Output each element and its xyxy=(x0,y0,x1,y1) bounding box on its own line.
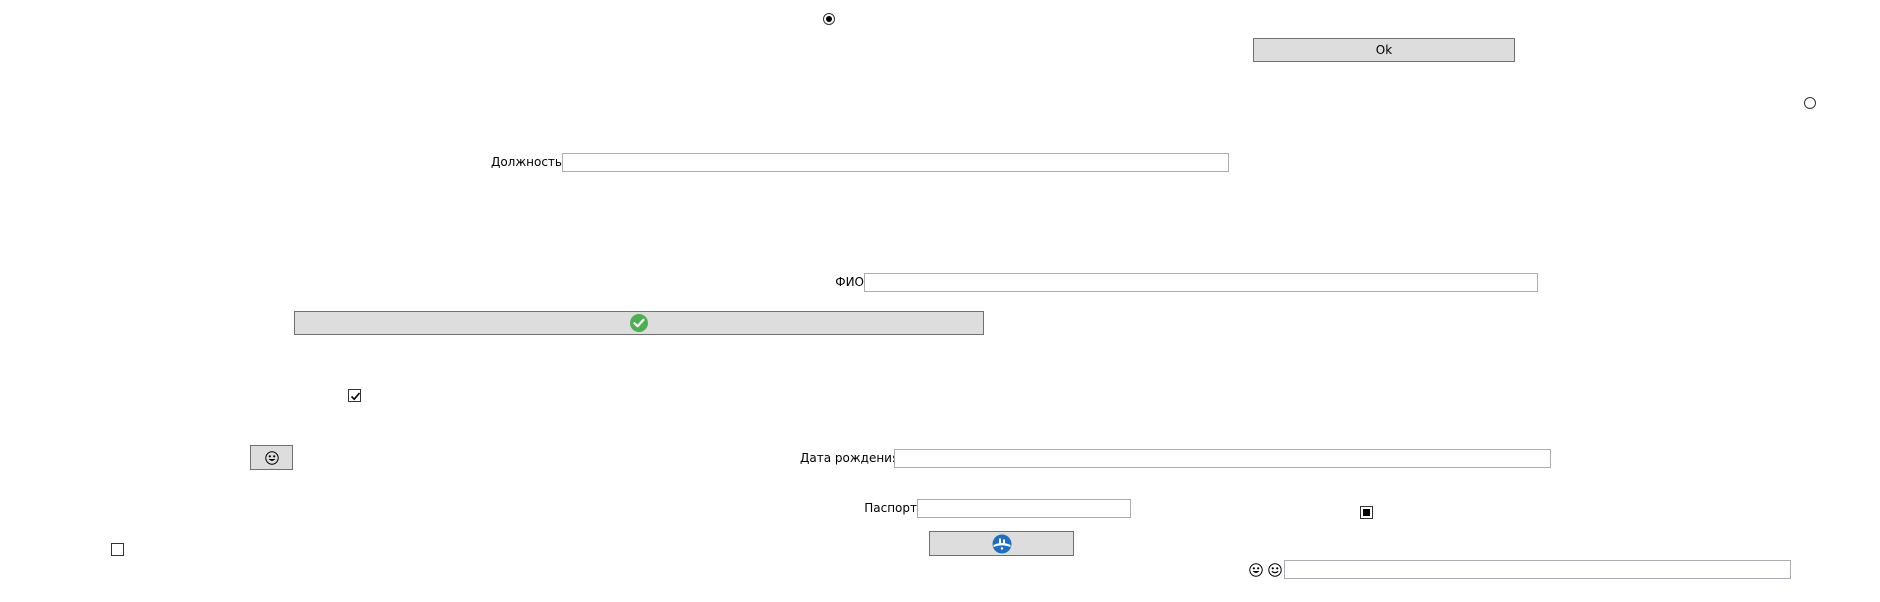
checkmark-icon xyxy=(350,392,361,401)
smiley-face-icon xyxy=(1249,563,1263,577)
radio-button-top[interactable] xyxy=(823,13,835,25)
checkbox-checked[interactable] xyxy=(348,389,361,402)
checkbox-unchecked[interactable] xyxy=(111,543,124,556)
check-circle-icon xyxy=(630,314,648,332)
bottom-input[interactable] xyxy=(1284,560,1791,579)
passport-input[interactable] xyxy=(917,499,1131,518)
ok-button[interactable]: Ok xyxy=(1253,38,1515,62)
smiley-face-icon xyxy=(1268,563,1282,577)
fio-label: ФИО xyxy=(835,275,864,289)
radio-button-right[interactable] xyxy=(1804,97,1816,109)
birth-date-label: Дата рождения xyxy=(800,451,900,465)
fio-input[interactable] xyxy=(864,273,1538,292)
globe-icon xyxy=(992,534,1012,554)
emoji-button[interactable] xyxy=(250,445,293,470)
position-input[interactable] xyxy=(562,153,1229,172)
birth-date-input[interactable] xyxy=(894,449,1551,468)
smiley-face-icon xyxy=(264,450,279,465)
checkbox-indeterminate[interactable] xyxy=(1360,506,1373,519)
position-label: Должность xyxy=(490,155,562,169)
globe-button[interactable] xyxy=(929,531,1074,556)
passport-label: Паспорт xyxy=(864,501,917,515)
confirm-button[interactable] xyxy=(294,311,984,335)
